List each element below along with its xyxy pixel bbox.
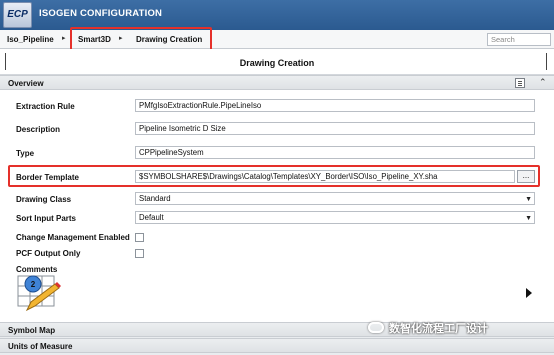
highlight-box: [8, 165, 540, 187]
comments-badge: 2: [31, 280, 36, 289]
section-label: Units of Measure: [8, 342, 73, 351]
description-label: Description: [16, 125, 61, 134]
sort-input-parts-value: Default: [139, 213, 164, 222]
drawing-class-value: Standard: [139, 194, 171, 203]
extraction-rule-label: Extraction Rule: [16, 102, 75, 111]
drawing-class-label: Drawing Class: [16, 195, 72, 204]
extraction-rule-field[interactable]: PMfgIsoExtractionRule.PipeLineIso: [135, 99, 535, 112]
title-bar: ECP ISOGEN CONFIGURATION: [0, 0, 554, 30]
overview-form: Extraction Rule PMfgIsoExtractionRule.Pi…: [0, 90, 554, 322]
search-input[interactable]: Search: [487, 33, 551, 46]
change-management-checkbox[interactable]: [135, 233, 144, 242]
section-units-of-measure[interactable]: Units of Measure: [0, 338, 554, 353]
breadcrumb-item-iso-pipeline[interactable]: Iso_Pipeline: [7, 35, 54, 44]
page-title: Drawing Creation: [239, 58, 315, 68]
page-header: Drawing Creation: [0, 49, 554, 75]
app-logo: ECP: [3, 2, 32, 28]
header-divider: [546, 53, 547, 70]
dropdown-arrow-icon[interactable]: ▼: [525, 194, 532, 204]
highlight-box: [70, 27, 212, 51]
list-view-icon[interactable]: [515, 78, 525, 88]
sort-input-parts-label: Sort Input Parts: [16, 214, 77, 223]
sort-input-parts-select[interactable]: Default ▼: [135, 211, 535, 224]
change-management-label: Change Management Enabled: [16, 233, 130, 242]
section-label: Overview: [8, 79, 44, 88]
breadcrumb-separator: ▸: [62, 35, 66, 42]
description-field[interactable]: Pipeline Isometric D Size: [135, 122, 535, 135]
pcf-output-only-label: PCF Output Only: [16, 249, 81, 258]
section-overview[interactable]: Overview ⌃: [0, 75, 554, 90]
drawing-class-select[interactable]: Standard ▼: [135, 192, 535, 205]
type-label: Type: [16, 149, 35, 158]
wechat-icon: [368, 322, 384, 333]
watermark-text: 数智化流程工厂设计: [389, 323, 488, 335]
comments-edit-icon[interactable]: 2: [17, 275, 61, 313]
pcf-output-only-checkbox[interactable]: [135, 249, 144, 258]
app-title: ISOGEN CONFIGURATION: [39, 8, 163, 19]
collapse-icon[interactable]: ⌃: [539, 77, 547, 88]
section-label: Symbol Map: [8, 326, 56, 335]
type-field[interactable]: CPPipelineSystem: [135, 146, 535, 159]
comments-label: Comments: [16, 265, 58, 274]
dropdown-arrow-icon[interactable]: ▼: [525, 213, 532, 223]
next-arrow-icon[interactable]: [526, 288, 532, 298]
